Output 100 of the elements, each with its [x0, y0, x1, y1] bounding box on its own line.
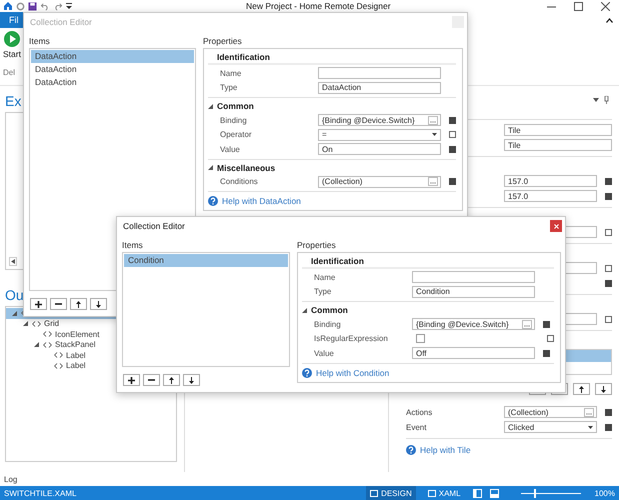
- caret-icon: [432, 133, 437, 136]
- value-field[interactable]: Condition: [412, 286, 535, 298]
- binding-marker[interactable]: [543, 320, 550, 328]
- ellipsis-button[interactable]: [522, 320, 532, 329]
- binding-marker[interactable]: [605, 424, 612, 430]
- binding-marker[interactable]: [605, 280, 612, 286]
- dropdown-field[interactable]: Clicked: [504, 421, 597, 433]
- group-label: Del: [3, 68, 16, 77]
- undo-icon[interactable]: [40, 2, 50, 10]
- ellipsis-button[interactable]: [584, 408, 594, 416]
- close-icon[interactable]: [601, 2, 610, 10]
- pin-icon[interactable]: [604, 96, 609, 104]
- save-icon[interactable]: [28, 2, 37, 10]
- scroll-left-button[interactable]: [9, 257, 17, 266]
- ribbon-tab[interactable]: Fil: [0, 12, 24, 28]
- close-button[interactable]: [550, 220, 562, 232]
- binding-marker[interactable]: [605, 408, 612, 416]
- binding-marker[interactable]: [449, 116, 456, 124]
- slider-thumb[interactable]: [534, 488, 536, 498]
- expanded-icon[interactable]: [208, 165, 213, 170]
- value-field[interactable]: (Collection): [504, 406, 597, 418]
- ellipsis-button[interactable]: [428, 116, 438, 125]
- property-label: Binding: [220, 116, 248, 125]
- home-icon[interactable]: [3, 1, 13, 11]
- add-button[interactable]: [123, 374, 140, 386]
- tree-label: IconElement: [55, 330, 100, 339]
- value-field[interactable]: [412, 271, 535, 284]
- binding-marker[interactable]: [605, 228, 612, 236]
- tree-label: Label: [66, 361, 86, 370]
- maximize-icon[interactable]: [574, 2, 583, 10]
- up-arrow-icon: [579, 386, 584, 392]
- tree-item[interactable]: Label: [6, 360, 176, 371]
- value-field[interactable]: Tile: [504, 139, 612, 151]
- value-field[interactable]: Tile: [504, 124, 612, 136]
- list-item[interactable]: DataAction: [31, 63, 194, 76]
- move-up-button[interactable]: [163, 374, 180, 386]
- expanded-icon[interactable]: [22, 321, 28, 326]
- binding-marker[interactable]: [605, 316, 612, 322]
- layout-icon[interactable]: [472, 488, 482, 498]
- remove-button[interactable]: [143, 374, 160, 386]
- binding-marker[interactable]: [605, 178, 612, 184]
- ellipsis-button[interactable]: [428, 177, 438, 186]
- redo-icon[interactable]: [53, 2, 63, 10]
- file-name: SWITCHTILE.XAML: [4, 488, 76, 498]
- dropdown-icon[interactable]: [593, 98, 599, 102]
- view-button[interactable]: XAML: [424, 486, 465, 500]
- list-item[interactable]: Condition: [124, 254, 288, 267]
- close-icon: [554, 224, 558, 228]
- move-up-button[interactable]: [573, 383, 590, 395]
- tree-item[interactable]: Label: [6, 350, 176, 360]
- help-link[interactable]: Help with DataAction: [208, 194, 301, 208]
- list-item[interactable]: DataAction: [31, 76, 194, 89]
- value-field[interactable]: 157.0: [504, 175, 597, 187]
- help-link[interactable]: Help with Tile: [406, 443, 471, 457]
- category-header: Miscellaneous: [217, 162, 276, 172]
- play-icon: [4, 31, 20, 47]
- expanded-icon[interactable]: [208, 104, 213, 108]
- zoom-level: 100%: [594, 488, 615, 498]
- dropdown-field[interactable]: =: [318, 128, 441, 141]
- move-down-button[interactable]: [90, 298, 107, 310]
- add-button[interactable]: [30, 298, 47, 310]
- value-field[interactable]: On: [318, 143, 441, 156]
- expanded-icon[interactable]: [12, 310, 16, 316]
- value-field[interactable]: DataAction: [318, 82, 441, 94]
- value-field[interactable]: 157.0: [504, 190, 597, 202]
- help-link[interactable]: Help with Condition: [302, 366, 390, 380]
- value-field[interactable]: [318, 67, 441, 80]
- binding-marker[interactable]: [547, 335, 554, 342]
- binding-marker[interactable]: [605, 264, 612, 272]
- binding-marker[interactable]: [449, 146, 456, 153]
- items-label: Items: [122, 239, 144, 252]
- move-up-button[interactable]: [70, 298, 87, 310]
- checkbox[interactable]: [416, 334, 425, 344]
- tree-item[interactable]: StackPanel: [6, 340, 176, 350]
- collapse-icon[interactable]: [606, 18, 613, 22]
- tree-item[interactable]: Grid: [6, 318, 176, 329]
- binding-marker[interactable]: [449, 178, 456, 186]
- expanded-icon[interactable]: [302, 308, 307, 312]
- move-down-button[interactable]: [595, 383, 612, 395]
- binding-marker[interactable]: [543, 350, 550, 357]
- property-label: Binding: [314, 320, 342, 329]
- value-field[interactable]: (Collection): [318, 176, 441, 188]
- view-button[interactable]: DESIGN: [366, 486, 416, 500]
- list-item[interactable]: DataAction: [31, 50, 194, 63]
- value-field[interactable]: {Binding @Device.Switch}: [318, 114, 441, 126]
- start-button[interactable]: Start: [3, 31, 21, 59]
- layout-icon[interactable]: [490, 488, 499, 498]
- binding-marker[interactable]: [605, 192, 612, 200]
- tree-item[interactable]: IconElement: [6, 329, 176, 340]
- expanded-icon[interactable]: [34, 342, 38, 348]
- binding-marker[interactable]: [449, 131, 456, 138]
- remove-button[interactable]: [50, 298, 67, 310]
- log-tab[interactable]: Log: [4, 474, 18, 484]
- value-field[interactable]: {Binding @Device.Switch}: [412, 318, 535, 330]
- dropdown-icon[interactable]: [66, 2, 72, 10]
- move-down-button[interactable]: [183, 374, 200, 386]
- window-icon: [370, 490, 378, 496]
- panel-heading: Ou: [5, 286, 24, 304]
- property-label: Value: [220, 144, 241, 154]
- value-field[interactable]: Off: [412, 347, 535, 360]
